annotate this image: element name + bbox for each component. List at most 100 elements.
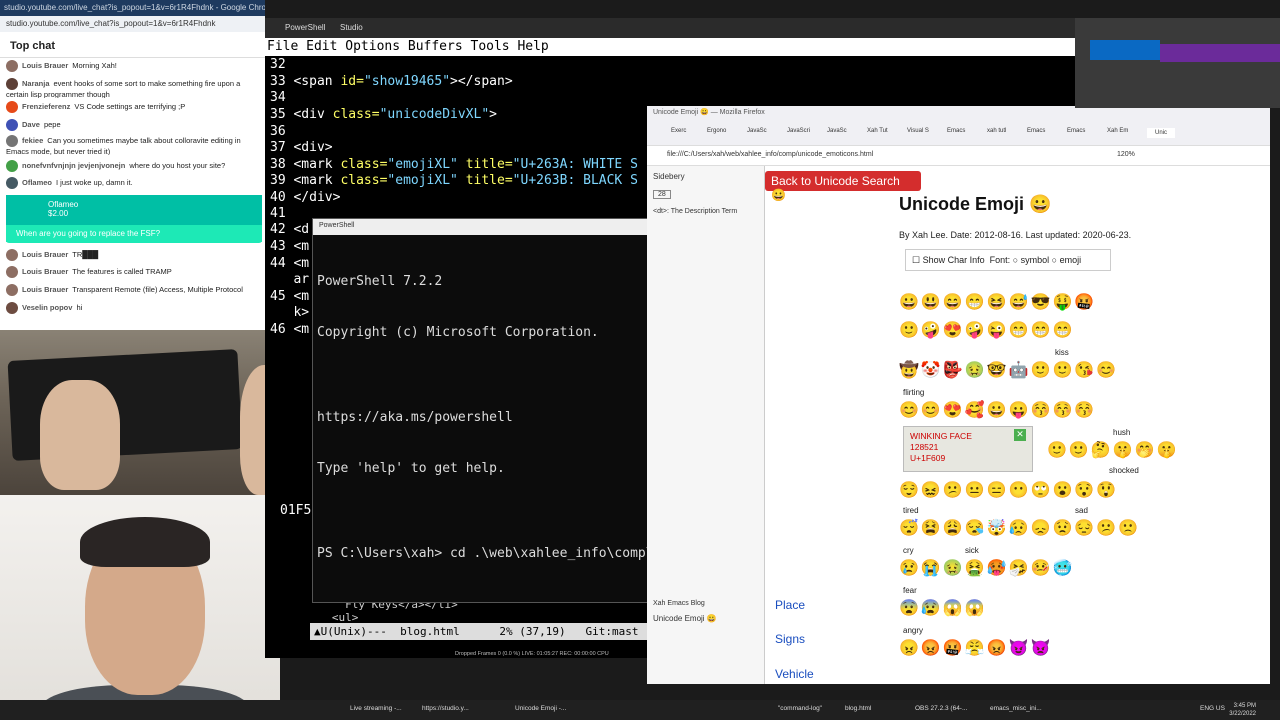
code-line: 39 <mark class="emojiXL" title="U+263B: … (270, 173, 638, 188)
browser-tab[interactable]: JavaSc (747, 128, 767, 134)
emoji-row[interactable]: 😀😃😄😁😆😅😎🤑🤬 (899, 292, 1096, 314)
nav-link-place[interactable]: Place (775, 598, 805, 612)
chat-author: fekiee (22, 135, 44, 145)
tab-powershell[interactable]: PowerShell (285, 23, 325, 32)
avatar (6, 249, 18, 261)
group-label: angry (903, 626, 924, 635)
chat-author: Naranja (22, 78, 50, 88)
code-line: ar (270, 272, 310, 287)
code-line: 45 <m (270, 289, 310, 304)
sidebar-item[interactable]: Xah Emacs Blog (653, 600, 705, 607)
browser-tab[interactable]: Visual S (907, 128, 929, 134)
ps-line: Type 'help' to get help. (317, 461, 505, 476)
taskbar-item[interactable]: Live streaming -... (350, 705, 402, 712)
emoji-row[interactable]: 🤠🤡👺🤢🤓🤖🙂🙂😘😊 (899, 360, 1118, 382)
browser-tab[interactable]: Xah Em (1107, 128, 1128, 134)
code-line: 35 <div class="unicodeDivXL"> (270, 107, 497, 122)
code-line: 43 <m (270, 239, 310, 254)
emacs-mode-line: ▲U(Unix)--- blog.html 2% (37,19) Git:mas… (310, 623, 650, 640)
chat-message: Veselin popov hi (6, 302, 264, 320)
browser-tab[interactable]: JavaSc (827, 128, 847, 134)
tooltip-name: WINKING FACE (910, 431, 972, 441)
code-line: 44 <m (270, 256, 310, 271)
emoji-row[interactable]: 😴😫😩😪🤯😥😞😟😔😕🙁 (899, 518, 1140, 540)
group-label: fear (903, 586, 917, 595)
chat-author: Oflameo (22, 177, 53, 187)
address-bar[interactable]: file:///C:/Users/xah/web/xahlee_info/com… (647, 146, 1270, 166)
avatar (6, 177, 18, 189)
nav-link-vehicle[interactable]: Vehicle (775, 667, 814, 681)
background-window (1075, 18, 1280, 108)
taskbar-item[interactable]: blog.html (845, 705, 871, 712)
zoom-level[interactable]: 120% (1117, 151, 1135, 158)
back-to-unicode-search-button[interactable]: Back to Unicode Search 😀 (765, 171, 921, 202)
emoji-row[interactable]: 😊😊😍🥰😀😛😚😚😚 (899, 400, 1096, 422)
taskbar-item[interactable]: OBS 27.2.3 (64-... (915, 705, 967, 712)
ps-line: PowerShell 7.2.2 (317, 274, 443, 289)
tooltip-hex: U+1F609 (910, 453, 946, 463)
top-chat-dropdown[interactable]: Top chat (10, 40, 55, 52)
chat-message: Naranja event hooks of some sort to make … (6, 78, 264, 98)
avatar (6, 135, 18, 147)
donation-author: Oflameo (48, 200, 79, 209)
taskbar-item[interactable]: "command-log" (778, 705, 822, 712)
close-icon[interactable]: ✕ (1014, 429, 1026, 441)
emoji-row[interactable]: 🙂🙂🤔🤫🤭🤫 (1047, 440, 1179, 462)
symbol-radio[interactable]: ○ (1013, 255, 1018, 265)
windows-taskbar: Live streaming -... https://studio.y... … (0, 700, 1280, 720)
hair-image (80, 517, 210, 567)
sidebar-label[interactable]: Sidebery (653, 172, 685, 181)
webcam-face-view (0, 495, 280, 720)
browser-tab[interactable]: Emacs (947, 128, 965, 134)
browser-tab[interactable]: Emacs (1027, 128, 1045, 134)
emoji-row[interactable]: 🙂🤪😍🤪😜😁😁😁 (899, 320, 1074, 342)
chat-author: Louis Brauer (22, 249, 69, 259)
super-chat-donation: Oflameo $2.00 When are you going to repla… (6, 195, 262, 243)
sidebar-tab-count: 28 (653, 190, 671, 199)
taskbar-item[interactable]: Unicode Emoji -... (515, 705, 566, 712)
browser-tab[interactable]: Exerc (671, 128, 686, 134)
firefox-window: Unicode Emoji 😀 — Mozilla Firefox Exerc … (647, 106, 1270, 684)
group-label: sad (1075, 506, 1088, 515)
nav-link-signs[interactable]: Signs (775, 632, 805, 646)
emacs-menu-bar[interactable]: File Edit Options Buffers Tools Help (265, 38, 1075, 56)
sidebery-sidebar: Sidebery 28 <dt>: The Description Term X… (647, 166, 765, 684)
chat-author: Frenzieferenz (22, 101, 71, 111)
emoji-row[interactable]: 😌😖😕😐😑😶🙄😮😯😲 (899, 480, 1118, 502)
browser-tab-active[interactable]: Unic (1147, 128, 1176, 138)
emoji-row[interactable]: 😨😰😱😱 (899, 598, 987, 620)
powershell-output[interactable]: PowerShell 7.2.2 Copyright (c) Microsoft… (317, 239, 677, 596)
language-indicator[interactable]: ENG US (1200, 705, 1225, 712)
taskbar-clock[interactable]: 3:45 PM 3/22/2022 (1229, 702, 1256, 718)
avatar (6, 60, 18, 72)
emoji-row[interactable]: 😠😡🤬😤😡😈👿 (899, 638, 1052, 660)
tab-studio[interactable]: Studio (340, 23, 363, 32)
sidebar-item[interactable]: <dt>: The Description Term (653, 208, 737, 215)
emoji-radio[interactable]: ○ (1052, 255, 1057, 265)
browser-tab[interactable]: Emacs (1067, 128, 1085, 134)
browser-tab[interactable]: xah tutl (987, 128, 1006, 134)
chat-text: VS Code settings are terrifying ;P (74, 101, 186, 111)
firefox-tab-bar: Exerc Ergono JavaSc JavaScri JavaSc Xah … (647, 120, 1270, 146)
emoji-label: emoji (1059, 255, 1082, 265)
browser-tab[interactable]: JavaScri (787, 128, 810, 134)
symbol-label: symbol (1020, 255, 1050, 265)
chat-header: Top chat (0, 32, 265, 58)
avatar (6, 266, 18, 278)
address-bar-url[interactable]: file:///C:/Users/xah/web/xahlee_info/com… (667, 151, 873, 158)
ps-prompt-line[interactable]: PS C:\Users\xah> cd .\web\xahlee_info\co… (317, 545, 677, 562)
tooltip-decimal: 128521 (910, 442, 939, 452)
chat-url-bar[interactable]: studio.youtube.com/live_chat?is_popout=1… (0, 16, 265, 32)
chat-message: Frenzieferenz VS Code settings are terrif… (6, 101, 264, 119)
taskbar-item[interactable]: https://studio.y... (422, 705, 469, 712)
emoji-row[interactable]: 😢😭🤢🤮🥵🤧🤒🥶 (899, 558, 1074, 580)
taskbar-item[interactable]: emacs_misc_ini... (990, 705, 1042, 712)
donation-text: When are you going to replace the FSF? (6, 225, 262, 242)
show-char-info-checkbox[interactable]: ☐ (912, 255, 920, 265)
chat-text: pepe (43, 119, 61, 129)
chat-title-bar: studio.youtube.com/live_chat?is_popout=1… (0, 0, 265, 16)
group-label: sick (965, 546, 979, 555)
browser-tab[interactable]: Ergono (707, 128, 726, 134)
browser-tab[interactable]: Xah Tut (867, 128, 888, 134)
sidebar-item-active[interactable]: Unicode Emoji 😀 (653, 614, 717, 623)
